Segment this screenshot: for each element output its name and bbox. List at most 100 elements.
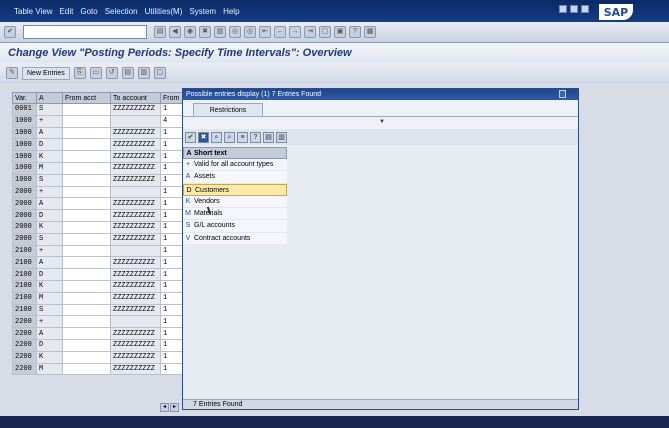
- account-type-cell[interactable]: D: [36, 209, 63, 222]
- from-period-cell[interactable]: 1: [160, 138, 183, 152]
- from-account-cell[interactable]: [62, 303, 111, 317]
- to-account-cell[interactable]: ZZZZZZZZZZ: [110, 279, 161, 293]
- list-item[interactable]: D Customers: [183, 183, 287, 196]
- list-item[interactable]: V Contract accounts: [183, 232, 287, 246]
- command-field[interactable]: [23, 25, 147, 39]
- from-period-cell[interactable]: 4: [160, 114, 183, 128]
- from-period-cell[interactable]: 1: [160, 150, 183, 163]
- from-period-cell[interactable]: 1: [160, 244, 183, 258]
- enter-icon[interactable]: ✔: [4, 26, 16, 38]
- copy-icon[interactable]: ⎘: [73, 67, 86, 79]
- new-session-icon[interactable]: ▢: [319, 26, 331, 38]
- account-type-cell[interactable]: +: [36, 185, 63, 199]
- to-account-cell[interactable]: ZZZZZZZZZZ: [110, 268, 161, 281]
- to-account-cell[interactable]: ZZZZZZZZZZ: [110, 350, 161, 364]
- account-type-cell[interactable]: K: [36, 220, 63, 234]
- last-page-icon[interactable]: ⇥: [304, 26, 316, 38]
- from-period-cell[interactable]: 1: [160, 197, 183, 211]
- account-type-cell[interactable]: A: [36, 327, 63, 340]
- from-account-cell[interactable]: [62, 256, 111, 270]
- from-period-cell[interactable]: 1: [160, 291, 183, 305]
- from-account-cell[interactable]: [62, 315, 111, 329]
- to-account-cell[interactable]: ZZZZZZZZZZ: [110, 220, 161, 234]
- from-period-cell[interactable]: 1: [160, 279, 183, 293]
- exit-icon[interactable]: ◉: [184, 26, 196, 38]
- from-period-cell[interactable]: 1: [160, 126, 183, 140]
- first-page-icon[interactable]: ⇤: [259, 26, 271, 38]
- shortcut-icon[interactable]: ▣: [334, 26, 346, 38]
- next-page-icon[interactable]: →: [289, 26, 301, 38]
- account-type-cell[interactable]: +: [36, 114, 63, 128]
- from-account-cell[interactable]: [62, 327, 111, 340]
- from-account-cell[interactable]: [62, 268, 111, 281]
- account-type-cell[interactable]: M: [36, 161, 63, 175]
- list-item[interactable]: + Valid for all account types: [183, 159, 287, 172]
- account-type-cell[interactable]: +: [36, 315, 63, 329]
- help-icon[interactable]: ?: [250, 131, 261, 143]
- to-account-cell[interactable]: ZZZZZZZZZZ: [110, 197, 161, 211]
- from-period-cell[interactable]: 1: [160, 315, 183, 329]
- from-account-cell[interactable]: [62, 197, 111, 211]
- from-account-cell[interactable]: [62, 209, 111, 222]
- account-type-cell[interactable]: K: [36, 279, 63, 293]
- account-type-cell[interactable]: D: [36, 268, 63, 281]
- menu-item-table-view[interactable]: Table View: [14, 7, 53, 16]
- cancel-icon[interactable]: ✖: [199, 26, 211, 38]
- from-period-cell[interactable]: 1: [160, 232, 183, 246]
- column-header-from-period[interactable]: From: [160, 92, 183, 104]
- display-change-icon[interactable]: ✎: [6, 67, 18, 79]
- find-next-icon[interactable]: ⌕: [224, 131, 235, 143]
- from-account-cell[interactable]: [62, 173, 111, 187]
- account-type-cell[interactable]: D: [36, 338, 63, 352]
- to-account-cell[interactable]: ZZZZZZZZZZ: [110, 303, 161, 317]
- account-type-cell[interactable]: K: [36, 150, 63, 163]
- from-period-cell[interactable]: 1: [160, 220, 183, 234]
- from-period-cell[interactable]: 1: [160, 350, 183, 364]
- to-account-cell[interactable]: ZZZZZZZZZZ: [110, 327, 161, 340]
- to-account-cell[interactable]: ZZZZZZZZZZ: [110, 173, 161, 187]
- from-account-cell[interactable]: [62, 350, 111, 364]
- from-account-cell[interactable]: [62, 362, 111, 376]
- back-icon[interactable]: ◀: [169, 26, 181, 38]
- find-icon[interactable]: ◎: [229, 26, 241, 38]
- list-header-key[interactable]: A: [184, 148, 194, 158]
- from-account-cell[interactable]: [62, 103, 111, 116]
- find-next-icon[interactable]: ◎: [244, 26, 256, 38]
- select-all-icon[interactable]: ▤: [121, 67, 134, 79]
- from-period-cell[interactable]: 1: [160, 185, 183, 199]
- from-account-cell[interactable]: [62, 291, 111, 305]
- dialog-close-icon[interactable]: [559, 90, 566, 98]
- account-type-cell[interactable]: S: [36, 232, 63, 246]
- from-period-cell[interactable]: 1: [160, 161, 183, 175]
- list-item[interactable]: S G/L accounts: [183, 220, 287, 233]
- to-account-cell[interactable]: ZZZZZZZZZZ: [110, 362, 161, 376]
- sort-icon[interactable]: ≡: [237, 131, 248, 143]
- account-type-cell[interactable]: D: [36, 138, 63, 152]
- to-account-cell[interactable]: ZZZZZZZZZZ: [110, 103, 161, 116]
- to-account-cell[interactable]: [110, 244, 161, 258]
- account-type-cell[interactable]: A: [36, 256, 63, 270]
- column-header-account-type[interactable]: A: [36, 92, 63, 104]
- to-account-cell[interactable]: ZZZZZZZZZZ: [110, 232, 161, 246]
- column-header-from-account[interactable]: From acct: [62, 92, 111, 104]
- help-icon[interactable]: ?: [349, 26, 361, 38]
- from-account-cell[interactable]: [62, 220, 111, 234]
- to-account-cell[interactable]: ZZZZZZZZZZ: [110, 256, 161, 270]
- to-account-cell[interactable]: ZZZZZZZZZZ: [110, 291, 161, 305]
- to-account-cell[interactable]: ZZZZZZZZZZ: [110, 150, 161, 163]
- list-header-text[interactable]: Short text: [194, 148, 227, 158]
- to-account-cell[interactable]: ZZZZZZZZZZ: [110, 338, 161, 352]
- column-header-var[interactable]: Var.: [12, 92, 37, 104]
- list-item[interactable]: K Vendors: [183, 195, 287, 209]
- scroll-right-icon[interactable]: ▸: [170, 403, 179, 412]
- undo-icon[interactable]: ↺: [105, 67, 118, 79]
- delete-icon[interactable]: ▭: [89, 67, 102, 79]
- column-header-to-account[interactable]: To account: [110, 92, 161, 104]
- close-icon[interactable]: [581, 5, 589, 13]
- from-period-cell[interactable]: 1: [160, 209, 183, 222]
- account-type-cell[interactable]: S: [36, 103, 63, 116]
- to-account-cell[interactable]: ZZZZZZZZZZ: [110, 161, 161, 175]
- from-account-cell[interactable]: [62, 138, 111, 152]
- account-type-cell[interactable]: K: [36, 350, 63, 364]
- tab-restrictions[interactable]: Restrictions: [193, 103, 263, 116]
